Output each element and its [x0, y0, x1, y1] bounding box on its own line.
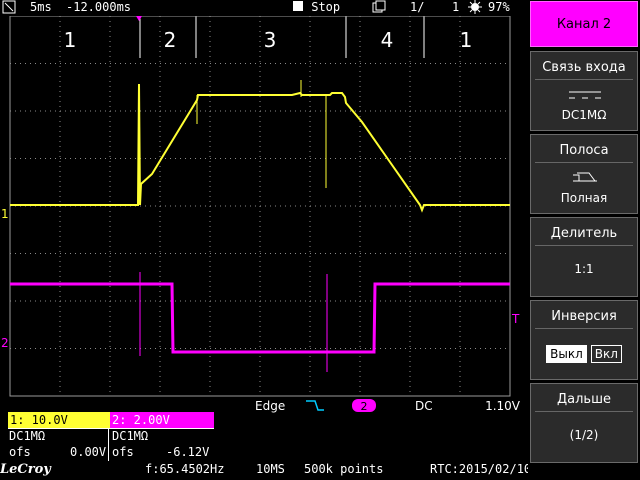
button-separator	[535, 328, 633, 329]
bandwidth-value: Полная	[560, 191, 608, 205]
page-total: 1	[452, 0, 460, 14]
horizontal-delay[interactable]: -12.000ms	[66, 0, 131, 15]
segment-label-3: 3	[264, 28, 277, 52]
run-indicator	[2, 0, 16, 16]
invert-label: Инверсия	[551, 309, 617, 324]
more-page: (1/2)	[569, 428, 599, 442]
segment-label-4: 4	[381, 28, 394, 52]
run-state-icon	[2, 0, 16, 14]
ch1-ground-marker[interactable]: 1	[1, 207, 9, 221]
button-separator	[535, 245, 633, 246]
ch2-offset: -6.12V	[166, 445, 210, 459]
waveform-screen: 1 2 3 4 1 1 2 T Edge 2 DC 1.10V	[1, 15, 521, 413]
coupling-label: Связь входа	[542, 60, 626, 75]
acquisition-state-label: Stop	[311, 0, 341, 14]
sun-battery-icon	[468, 0, 482, 16]
bandwidth-label: Полоса	[559, 143, 609, 158]
segment-label-2: 2	[164, 28, 177, 52]
trigger-level: 1.10V	[485, 399, 521, 413]
stop-square-icon	[293, 1, 303, 11]
ch1-scale[interactable]: 1: 10.0V	[8, 412, 110, 428]
ch2-coupling: DC1MΩ	[112, 429, 149, 443]
channel-menu: Канал 2 Связь входа DC1MΩ Полоса Полная …	[528, 0, 640, 480]
ch1-coupling: DC1MΩ	[9, 429, 46, 443]
segment-label-1: 1	[64, 28, 77, 52]
trigger-type: Edge	[255, 399, 285, 413]
bottom-info-panel: 1: 10.0V 2: 2.00V DC1MΩ DC1MΩ ofs 0.00V …	[0, 412, 596, 480]
probe-label: Делитель	[550, 226, 618, 241]
bandwidth-button[interactable]: Полоса Полная	[530, 134, 638, 214]
ch2-scale[interactable]: 2: 2.00V	[110, 412, 214, 428]
probe-button[interactable]: Делитель 1:1	[530, 217, 638, 297]
brand-logo: LeCroy	[0, 462, 51, 477]
ch2-ground-marker[interactable]: 2	[1, 336, 9, 350]
coupling-value: DC1MΩ	[561, 108, 607, 122]
battery-level: 97%	[488, 0, 510, 14]
menu-title-button[interactable]: Канал 2	[530, 1, 638, 47]
pages-icon	[372, 0, 386, 16]
invert-off-option[interactable]: Выкл	[546, 345, 587, 363]
button-separator	[535, 79, 633, 80]
frequency-counter: f:65.4502Hz	[145, 462, 225, 476]
info-divider	[108, 429, 109, 461]
top-status-bar: 5ms -12.000ms Stop 1/ 1 97%	[0, 0, 528, 16]
timebase[interactable]: 5ms	[30, 0, 52, 15]
probe-value: 1:1	[574, 262, 594, 276]
info-divider	[8, 428, 214, 429]
segment-label-5: 1	[460, 28, 473, 52]
invert-on-option[interactable]: Вкл	[590, 345, 622, 363]
dc-coupling-icon	[569, 91, 601, 99]
sample-rate: 10MS	[256, 462, 285, 476]
ch2-offset-label: ofs	[112, 445, 134, 459]
more-button[interactable]: Дальше (1/2)	[530, 383, 638, 463]
ch1-offset-label: ofs	[9, 445, 31, 459]
record-length: 500k points	[304, 462, 384, 476]
trigger-level-marker[interactable]: T	[511, 312, 520, 326]
bandwidth-filter-icon	[573, 172, 597, 182]
more-label: Дальше	[557, 392, 611, 407]
button-separator	[535, 162, 633, 163]
acquisition-state[interactable]: Stop	[292, 0, 340, 15]
page-index: 1/	[410, 0, 425, 14]
coupling-button[interactable]: Связь входа DC1MΩ	[530, 51, 638, 131]
invert-button[interactable]: Инверсия Выкл Вкл	[530, 300, 638, 380]
trigger-position-marker[interactable]	[136, 16, 142, 21]
button-separator	[535, 411, 633, 412]
menu-title: Канал 2	[556, 17, 612, 32]
ch1-offset: 0.00V	[70, 445, 107, 459]
falling-edge-icon	[306, 400, 324, 411]
trigger-coupling: DC	[415, 399, 433, 413]
